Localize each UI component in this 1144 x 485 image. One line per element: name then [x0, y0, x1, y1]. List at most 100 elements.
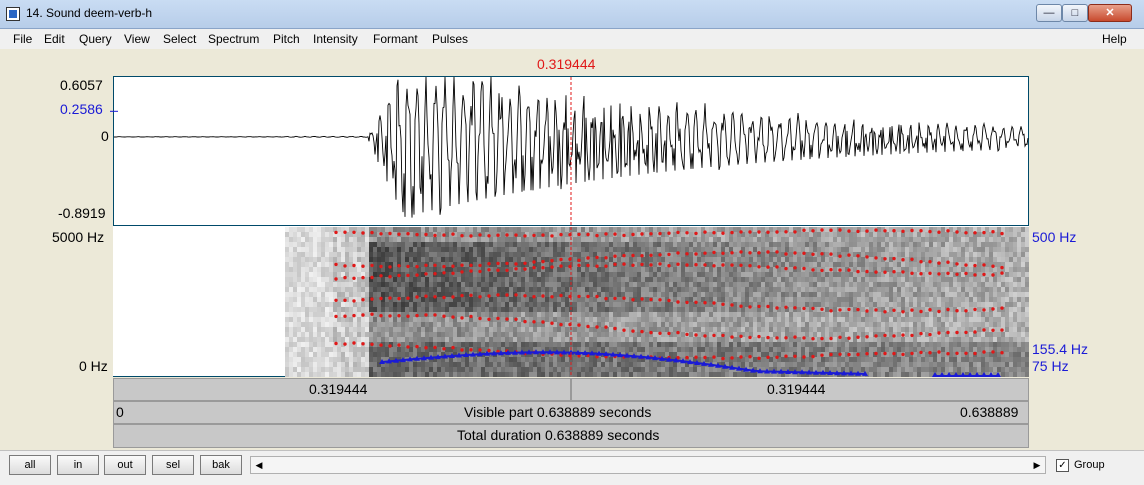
- spectrogram-cell: [677, 287, 681, 292]
- spectrogram-cell: [585, 237, 589, 242]
- spectrogram-cell: [881, 327, 885, 332]
- spectrogram-cell: [521, 277, 525, 282]
- spectrogram-cell: [625, 292, 629, 297]
- spectrogram-cell: [609, 297, 613, 302]
- spectrogram-cell: [617, 342, 621, 347]
- spectrogram-cell: [833, 302, 837, 307]
- spectrogram-cell: [837, 272, 841, 277]
- spectrogram-cell: [489, 357, 493, 362]
- spectrogram-cell: [657, 317, 661, 322]
- spectrogram-cell: [297, 262, 301, 267]
- spectrogram-cell: [465, 237, 469, 242]
- spectrogram-cell: [353, 282, 357, 287]
- spectrogram-cell: [397, 252, 401, 257]
- spectrogram-cell: [597, 227, 601, 232]
- spectrogram-cell: [489, 307, 493, 312]
- spectrogram-cell: [429, 227, 433, 232]
- spectrogram-cell: [637, 367, 641, 372]
- spectrogram-cell: [421, 342, 425, 347]
- spectrogram-cell: [785, 362, 789, 367]
- spectrogram-cell: [533, 302, 537, 307]
- spectrogram-cell: [421, 262, 425, 267]
- spectrogram-cell: [921, 252, 925, 257]
- spectrogram-cell: [677, 372, 681, 377]
- spectrogram-cell: [909, 327, 913, 332]
- spectrogram-cell: [293, 327, 297, 332]
- spectrogram-cell: [781, 262, 785, 267]
- spectrogram-cell: [885, 277, 889, 282]
- spectrogram-cell: [541, 332, 545, 337]
- spectrogram-cell: [317, 322, 321, 327]
- spectrogram-cell: [781, 357, 785, 362]
- spectrogram-cell: [813, 327, 817, 332]
- spectrogram-cell: [393, 277, 397, 282]
- spectrogram-cell: [649, 342, 653, 347]
- spectrogram-cell: [637, 302, 641, 307]
- spectrogram-cell: [705, 372, 709, 377]
- spectrogram-cell: [509, 247, 513, 252]
- spectrogram-cell: [905, 292, 909, 297]
- spectrogram-cell: [517, 277, 521, 282]
- spectrogram-cell: [717, 317, 721, 322]
- spectrogram-cell: [881, 297, 885, 302]
- spectrogram-cell: [829, 297, 833, 302]
- spectrogram-cell: [517, 297, 521, 302]
- spectrogram-cell: [409, 252, 413, 257]
- spectrogram-cell: [741, 342, 745, 347]
- spectrogram-cell: [665, 312, 669, 317]
- spectrogram-cell: [645, 322, 649, 327]
- spectrogram-cell: [313, 292, 317, 297]
- spectrogram-cell: [489, 277, 493, 282]
- spectrogram-cell: [749, 342, 753, 347]
- spectrogram-cell: [545, 317, 549, 322]
- spectrogram-cell: [757, 242, 761, 247]
- spectrogram-cell: [693, 347, 697, 352]
- spectrogram-cell: [669, 237, 673, 242]
- spectrogram-cell: [401, 287, 405, 292]
- spectrogram-cell: [585, 287, 589, 292]
- spectrogram-cell: [797, 247, 801, 252]
- spectrogram-cell: [817, 342, 821, 347]
- spectrogram-cell: [697, 352, 701, 357]
- spectrogram-cell: [777, 292, 781, 297]
- spectrogram-cell: [629, 347, 633, 352]
- spectrogram-cell: [441, 342, 445, 347]
- spectrogram-cell: [733, 267, 737, 272]
- spectrogram-cell: [669, 292, 673, 297]
- spectrogram-cell: [349, 362, 353, 367]
- spectrogram-cell: [905, 312, 909, 317]
- spectrogram-cell: [285, 327, 289, 332]
- spectrogram-cell: [553, 312, 557, 317]
- spectrogram-cell: [649, 322, 653, 327]
- spectrogram-cell: [397, 227, 401, 232]
- spectrogram-cell: [409, 367, 413, 372]
- spectrogram-cell: [933, 317, 937, 322]
- spectrogram-cell: [289, 227, 293, 232]
- spectrogram-cell: [925, 292, 929, 297]
- spectrogram-cell: [525, 332, 529, 337]
- spectrogram-cell: [561, 372, 565, 377]
- spectrogram-cell: [893, 252, 897, 257]
- spectrogram-cell: [285, 342, 289, 347]
- spectrogram-cell: [557, 237, 561, 242]
- spectrogram-cell: [729, 372, 733, 377]
- spectrogram-cell: [293, 262, 297, 267]
- spectrogram-cell: [581, 362, 585, 367]
- spectrogram-cell: [301, 252, 305, 257]
- spectrogram-cell: [877, 292, 881, 297]
- spectrogram-cell: [377, 257, 381, 262]
- spectrogram-cell: [581, 322, 585, 327]
- spectrogram-cell: [509, 282, 513, 287]
- spectrogram-cell: [709, 287, 713, 292]
- spectrogram-cell: [537, 307, 541, 312]
- spectrogram-cell: [801, 282, 805, 287]
- spectrogram-cell: [709, 272, 713, 277]
- spectrogram-cell: [617, 357, 621, 362]
- spectrogram-cell: [709, 317, 713, 322]
- spectrogram-cell: [413, 242, 417, 247]
- spectrogram-cell: [841, 267, 845, 272]
- spectrogram-cell: [285, 297, 289, 302]
- spectrogram-cell: [453, 367, 457, 372]
- spectrogram-cell: [661, 342, 665, 347]
- spectrogram-cell: [857, 327, 861, 332]
